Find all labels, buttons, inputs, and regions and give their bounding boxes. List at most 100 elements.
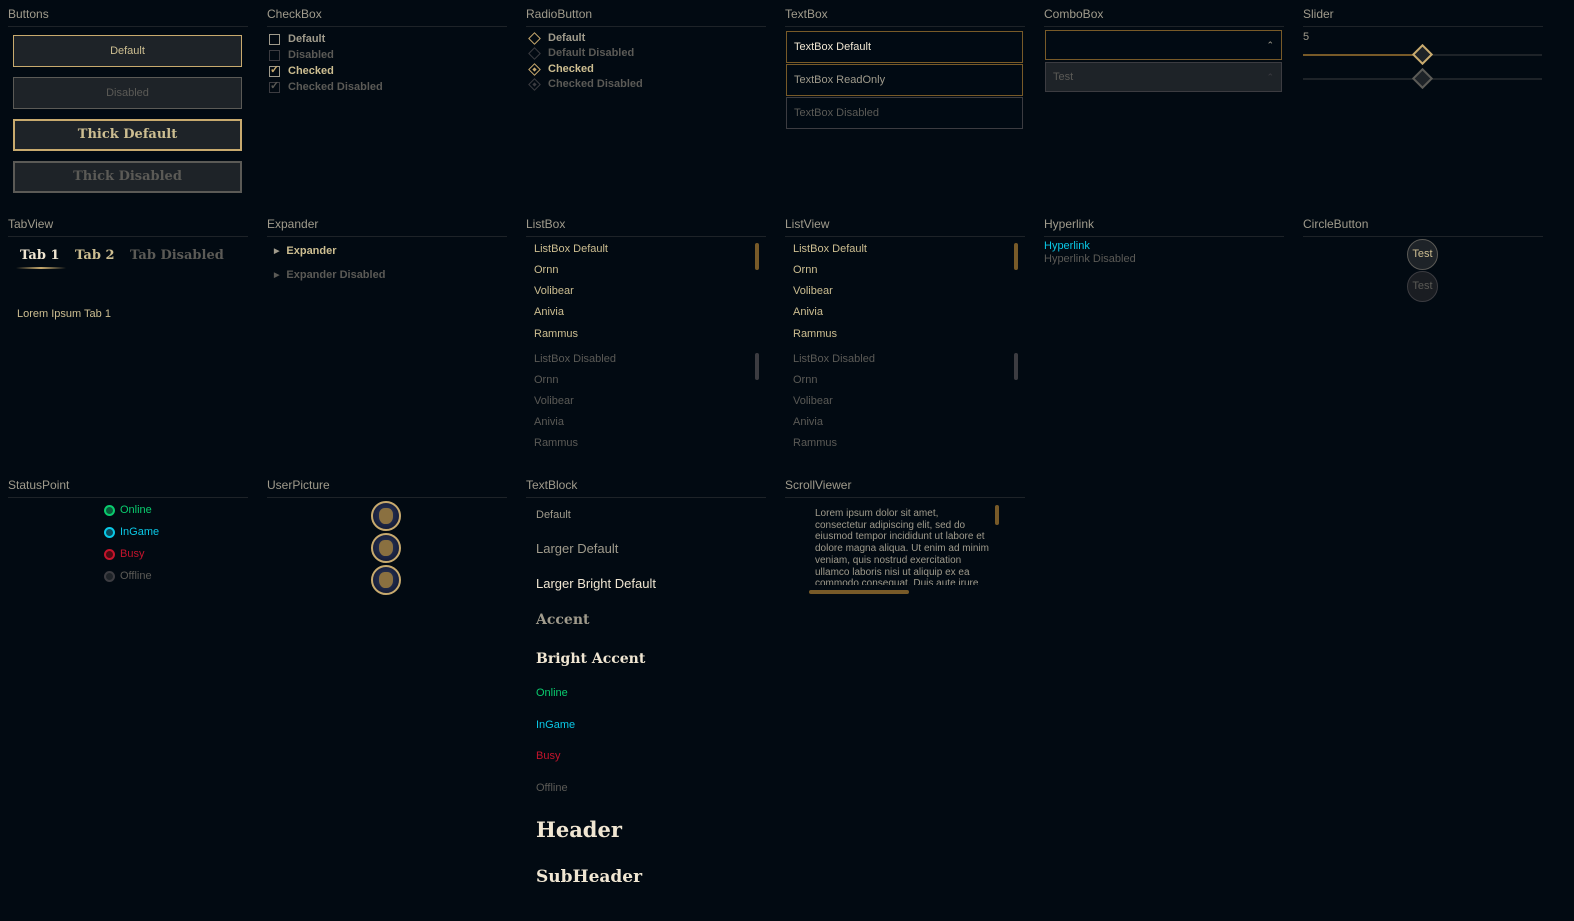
scrollbar-thumb[interactable] <box>755 243 759 270</box>
checkbox-default[interactable]: Default <box>269 31 325 47</box>
list-item: Rammus <box>793 437 838 449</box>
list-item: ListBox Disabled <box>793 353 875 365</box>
checkbox-checked[interactable]: ✓ Checked <box>269 63 334 79</box>
disabled-button: Disabled <box>13 77 242 109</box>
status-online: Online <box>104 504 152 516</box>
radio-default[interactable]: Default <box>528 30 585 46</box>
status-label: Busy <box>120 548 145 560</box>
list-item: Anivia <box>793 416 823 428</box>
expander-disabled: ▶ Expander Disabled <box>274 269 385 281</box>
tab-2[interactable]: Tab 2 <box>75 248 115 263</box>
avatar <box>371 501 401 531</box>
section-title: ScrollViewer <box>785 478 1025 498</box>
scrollbar-thumb <box>755 353 759 380</box>
text-header: Header <box>536 817 622 842</box>
list-item[interactable]: Volibear <box>793 285 833 297</box>
section-title: Buttons <box>8 7 248 27</box>
checkbox-box[interactable]: ✓ <box>269 64 280 77</box>
radio-diamond-icon[interactable] <box>528 62 541 76</box>
text-larger-bright-default: Larger Bright Default <box>536 576 656 591</box>
thick-default-button[interactable]: Thick Default <box>13 119 242 151</box>
checkbox-label: Disabled <box>288 49 334 61</box>
scrollviewer-content: Lorem ipsum dolor sit amet, consectetur … <box>815 508 989 585</box>
userpicture-section: UserPicture <box>267 478 507 598</box>
status-busy: Busy <box>104 548 144 560</box>
expander-default[interactable]: ▶ Expander <box>274 245 337 257</box>
check-icon: ✓ <box>270 79 280 92</box>
list-item[interactable]: Volibear <box>534 285 574 297</box>
list-item: Rammus <box>534 437 579 449</box>
buttons-section: Buttons Default Disabled Thick Default T… <box>8 7 248 197</box>
expander-section: Expander ▶ Expander ▶ Expander Disabled <box>267 217 507 297</box>
checkbox-disabled: Disabled <box>269 47 334 63</box>
status-offline: Offline <box>104 570 152 582</box>
avatar <box>371 565 401 595</box>
active-tab-underline <box>16 267 66 269</box>
list-item[interactable]: Ornn <box>793 264 817 276</box>
slider-thumb[interactable] <box>1411 43 1433 66</box>
section-title: Expander <box>267 217 507 237</box>
hyperlink-default[interactable]: Hyperlink <box>1044 240 1090 252</box>
status-label: Online <box>120 504 152 516</box>
list-item: Ornn <box>534 374 559 386</box>
combobox-default[interactable]: ⌃ <box>1045 30 1282 60</box>
radio-diamond-icon[interactable] <box>528 31 541 45</box>
hyperlink-disabled: Hyperlink Disabled <box>1044 253 1136 265</box>
section-title: ComboBox <box>1044 7 1284 27</box>
text-bright-accent: Bright Accent <box>536 651 646 667</box>
radio-label: Checked Disabled <box>548 78 643 90</box>
caret-right-icon: ▶ <box>274 248 280 255</box>
section-title: TextBlock <box>526 478 766 498</box>
hyperlink-section: Hyperlink Hyperlink Hyperlink Disabled <box>1044 217 1284 277</box>
list-item[interactable]: Rammus <box>793 328 837 340</box>
section-title: ListBox <box>526 217 766 237</box>
scrollbar-thumb[interactable] <box>1014 243 1018 270</box>
thick-disabled-button: Thick Disabled <box>13 161 242 193</box>
checkbox-checked-disabled: ✓ Checked Disabled <box>269 79 383 95</box>
list-item[interactable]: ListBox Default <box>793 243 867 255</box>
chevron-up-down-icon: ⌃ <box>1266 40 1274 50</box>
checkbox-section: CheckBox Default Disabled ✓ Checked ✓ Ch… <box>267 7 507 107</box>
text-default: Default <box>536 509 571 521</box>
caret-right-icon: ▶ <box>274 272 280 279</box>
section-title: Slider <box>1303 7 1543 27</box>
textbox-readonly[interactable]: TextBox ReadOnly <box>786 64 1023 96</box>
text-ingame: InGame <box>536 719 576 731</box>
section-title: ListView <box>785 217 1025 237</box>
slider-track[interactable] <box>1303 43 1542 66</box>
text-accent: Accent <box>536 612 590 628</box>
section-title: TextBox <box>785 7 1025 27</box>
horizontal-scrollbar-thumb[interactable] <box>809 590 909 594</box>
list-item[interactable]: Anivia <box>793 306 823 318</box>
list-item[interactable]: Ornn <box>534 264 558 276</box>
textbox-section: TextBox TextBox Default TextBox ReadOnly… <box>785 7 1025 132</box>
section-title: TabView <box>8 217 248 237</box>
circle-button[interactable]: Test <box>1407 239 1438 270</box>
text-subheader: SubHeader <box>536 867 643 887</box>
checkbox-box[interactable] <box>269 33 280 45</box>
list-item: Volibear <box>534 395 574 407</box>
slider-value-label: 5 <box>1303 31 1310 43</box>
tab-content: Lorem Ipsum Tab 1 <box>17 308 111 320</box>
text-busy: Busy <box>536 750 561 762</box>
radio-checked[interactable]: Checked <box>528 61 594 77</box>
radiobutton-section: RadioButton Default Default Disabled Che… <box>526 7 766 107</box>
tab-1[interactable]: Tab 1 <box>20 248 60 263</box>
list-item[interactable]: Anivia <box>534 306 564 318</box>
checkbox-box: ✓ <box>269 79 280 93</box>
statuspoint-section: StatusPoint Online InGame Busy Offline <box>8 478 248 588</box>
combobox-section: ComboBox ⌃ Test ⌃ <box>1044 7 1284 97</box>
status-dot-icon <box>104 570 115 582</box>
default-button[interactable]: Default <box>13 35 242 67</box>
status-dot-icon <box>104 548 115 560</box>
listview-section: ListView ListBox Default Ornn Volibear A… <box>785 217 1025 457</box>
textbox-default[interactable]: TextBox Default <box>786 31 1023 63</box>
checkbox-box <box>269 49 280 61</box>
status-dot-icon <box>104 526 115 538</box>
vertical-scrollbar-thumb[interactable] <box>995 505 999 525</box>
status-dot-icon <box>104 504 115 516</box>
avatar <box>371 533 401 563</box>
radio-label: Checked <box>548 63 594 75</box>
list-item[interactable]: Rammus <box>534 328 578 340</box>
list-item[interactable]: ListBox Default <box>534 243 608 255</box>
